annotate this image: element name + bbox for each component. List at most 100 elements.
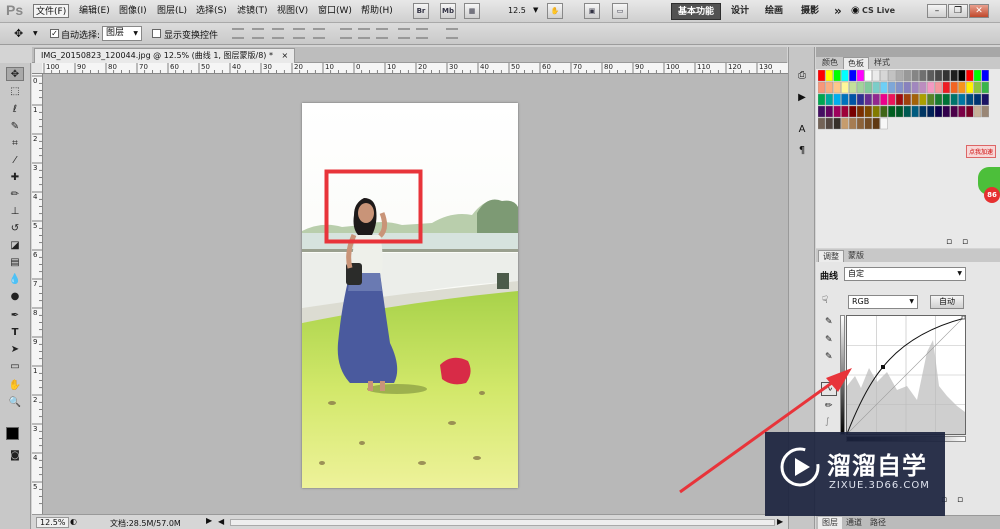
move-tool-icon[interactable]: ✥ xyxy=(6,67,24,81)
swatch[interactable] xyxy=(950,70,958,82)
swatch[interactable] xyxy=(926,105,935,118)
swatch[interactable] xyxy=(958,81,966,94)
tab-layers[interactable]: 图层 xyxy=(818,517,842,529)
swatch[interactable] xyxy=(833,105,841,118)
swatch[interactable] xyxy=(841,93,849,106)
hand-tool-icon[interactable]: ✋ xyxy=(6,379,24,393)
swatch[interactable] xyxy=(895,81,904,94)
quick-selection-tool-icon[interactable]: ✎ xyxy=(6,120,24,134)
swatch[interactable] xyxy=(958,93,966,106)
auto-select-checkbox[interactable]: ✓ xyxy=(50,29,59,38)
workspace-painting[interactable]: 绘画 xyxy=(759,3,789,20)
type-tool-icon[interactable]: T xyxy=(6,326,24,340)
gradient-tool-icon[interactable]: ▤ xyxy=(6,256,24,270)
white-point-eyedropper-icon[interactable]: ✎ xyxy=(825,352,833,362)
tab-channels[interactable]: 通道 xyxy=(842,517,866,529)
close-button[interactable]: ✕ xyxy=(969,4,989,18)
swatch[interactable] xyxy=(950,93,958,106)
swatch[interactable] xyxy=(849,93,857,106)
swatch[interactable] xyxy=(965,105,974,118)
auto-align-icon[interactable] xyxy=(446,28,458,39)
swatch[interactable] xyxy=(903,105,912,118)
menu-filter[interactable]: 滤镜(T) xyxy=(235,4,270,18)
swatch[interactable] xyxy=(973,93,982,106)
black-point-eyedropper-icon[interactable]: ✎ xyxy=(825,317,833,327)
more-workspaces-button[interactable]: » xyxy=(828,3,848,20)
swatch[interactable] xyxy=(903,93,912,106)
distribute-bottom-icon[interactable] xyxy=(376,28,388,39)
document-image[interactable] xyxy=(302,103,518,488)
swatch[interactable] xyxy=(880,70,888,82)
swatch[interactable] xyxy=(919,93,927,106)
swatch[interactable] xyxy=(825,105,834,118)
cs-live-button[interactable]: CS Live xyxy=(862,6,895,15)
swatch[interactable] xyxy=(958,105,966,118)
swatch[interactable] xyxy=(911,93,919,106)
bridge-icon[interactable]: Br xyxy=(413,3,429,19)
swatch[interactable] xyxy=(887,70,896,82)
swatch[interactable] xyxy=(950,81,958,94)
swatch[interactable] xyxy=(864,81,872,94)
swatch[interactable] xyxy=(849,81,857,94)
swatch[interactable] xyxy=(818,105,826,118)
swatch[interactable] xyxy=(825,93,834,106)
auto-select-target-select[interactable]: 图层 ▼ xyxy=(102,26,142,41)
swatch[interactable] xyxy=(872,93,880,106)
marquee-tool-icon[interactable]: ⬚ xyxy=(6,85,24,99)
chevron-down-icon[interactable]: ▼ xyxy=(533,6,538,14)
swatch[interactable] xyxy=(919,105,927,118)
swatch[interactable] xyxy=(934,93,943,106)
swatch[interactable] xyxy=(903,81,912,94)
swatch[interactable] xyxy=(856,93,865,106)
eyedropper-tool-icon[interactable]: ⁄ xyxy=(6,154,24,168)
status-info-icon[interactable]: ◐ xyxy=(70,517,77,526)
swatch[interactable] xyxy=(919,81,927,94)
swatch[interactable] xyxy=(887,105,896,118)
swatch[interactable] xyxy=(880,105,888,118)
swatch[interactable] xyxy=(841,105,849,118)
swatch[interactable] xyxy=(903,70,912,82)
zoom-tool-icon[interactable]: 🔍 xyxy=(6,396,24,410)
swatch[interactable] xyxy=(973,81,982,94)
swatch[interactable] xyxy=(825,70,834,82)
swatch[interactable] xyxy=(981,93,990,106)
mini-bridge-icon[interactable]: Mb xyxy=(440,3,456,19)
align-bottom-icon[interactable] xyxy=(272,28,284,39)
swatch[interactable] xyxy=(934,105,943,118)
swatch[interactable] xyxy=(833,70,841,82)
swatch[interactable] xyxy=(942,81,951,94)
eraser-tool-icon[interactable]: ◪ xyxy=(6,239,24,253)
swatch[interactable] xyxy=(926,93,935,106)
actions-panel-icon[interactable]: ▶ xyxy=(795,91,809,105)
tab-adjustments[interactable]: 调整 xyxy=(818,250,844,262)
swatch[interactable] xyxy=(872,117,880,130)
paragraph-panel-icon[interactable]: ¶ xyxy=(795,144,809,158)
curve-point-tool-icon[interactable]: ∿ xyxy=(821,382,837,396)
swatch[interactable] xyxy=(880,81,888,94)
delete-adjustment-icon[interactable]: ▫ xyxy=(957,495,963,505)
path-selection-tool-icon[interactable]: ➤ xyxy=(6,343,24,357)
pen-tool-icon[interactable]: ✒ xyxy=(6,309,24,323)
workspace-design[interactable]: 设计 xyxy=(725,3,755,20)
pencil-draw-icon[interactable]: ✏ xyxy=(825,401,833,411)
swatch[interactable] xyxy=(833,117,841,130)
distribute-hcenter-icon[interactable] xyxy=(416,28,428,39)
new-swatch-icon[interactable]: ▫ xyxy=(946,237,952,247)
menu-image[interactable]: 图像(I) xyxy=(117,4,149,18)
vertical-ruler[interactable]: 0 1 2 3 4 5 6 7 8 9 1 2 3 4 5 xyxy=(32,74,43,514)
cs-live-icon[interactable]: ◉ xyxy=(851,5,860,16)
scroll-left-icon[interactable]: ◀ xyxy=(218,517,224,526)
menu-select[interactable]: 选择(S) xyxy=(194,4,229,18)
channel-select[interactable]: RGB ▼ xyxy=(848,295,918,309)
dodge-tool-icon[interactable]: ● xyxy=(6,290,24,304)
tab-masks[interactable]: 蒙版 xyxy=(844,250,868,262)
menu-help[interactable]: 帮助(H) xyxy=(359,4,395,18)
distribute-top-icon[interactable] xyxy=(340,28,352,39)
swatch[interactable] xyxy=(958,70,966,82)
curves-preset-select[interactable]: 自定 ▼ xyxy=(844,267,966,281)
screen-mode-icon[interactable]: ▭ xyxy=(612,3,628,19)
swatch[interactable] xyxy=(849,105,857,118)
swatch[interactable] xyxy=(864,70,872,82)
quick-mask-icon[interactable]: ◙ xyxy=(6,449,24,463)
panel-header-bar[interactable] xyxy=(816,47,1000,57)
